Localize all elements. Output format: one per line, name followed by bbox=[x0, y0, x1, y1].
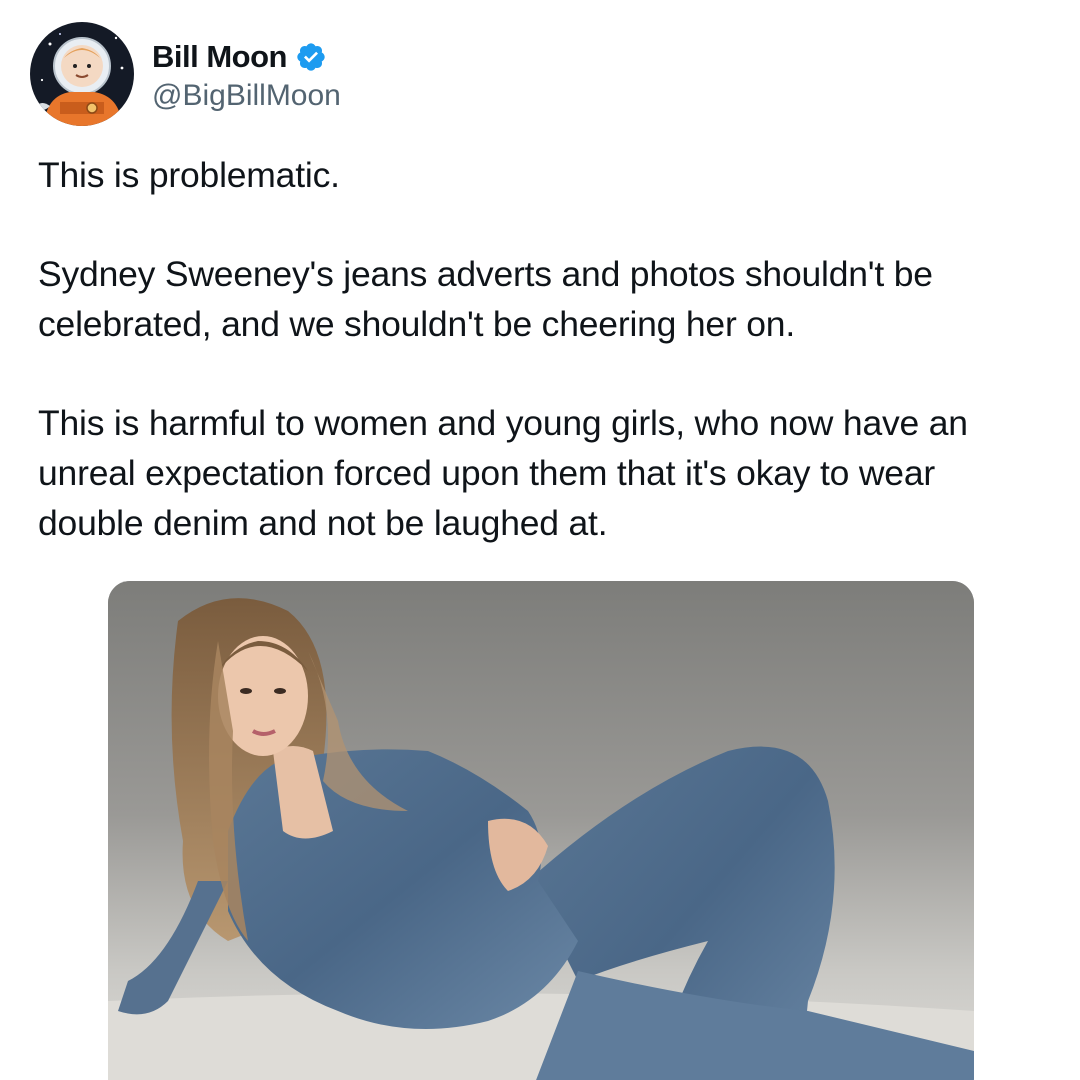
astronaut-avatar-icon bbox=[30, 22, 134, 126]
tweet-card: Bill Moon @BigBillMoon This is problemat… bbox=[0, 0, 1080, 1080]
tweet-paragraph: Sydney Sweeney's jeans adverts and photo… bbox=[38, 254, 933, 344]
verified-badge-icon bbox=[295, 41, 327, 73]
tweet-paragraph: This is harmful to women and young girls… bbox=[38, 403, 968, 543]
tweet-media-photo[interactable] bbox=[108, 581, 974, 1080]
tweet-paragraph: This is problematic. bbox=[38, 155, 340, 195]
woman-in-double-denim-photo-icon bbox=[108, 581, 974, 1080]
tweet-header: Bill Moon @BigBillMoon bbox=[30, 22, 341, 126]
author-handle[interactable]: @BigBillMoon bbox=[152, 79, 341, 113]
avatar[interactable] bbox=[30, 22, 134, 126]
author-names: Bill Moon @BigBillMoon bbox=[152, 35, 341, 113]
display-name-row: Bill Moon bbox=[152, 35, 341, 79]
tweet-body: This is problematic. Sydney Sweeney's je… bbox=[38, 150, 1048, 548]
display-name[interactable]: Bill Moon bbox=[152, 39, 287, 75]
